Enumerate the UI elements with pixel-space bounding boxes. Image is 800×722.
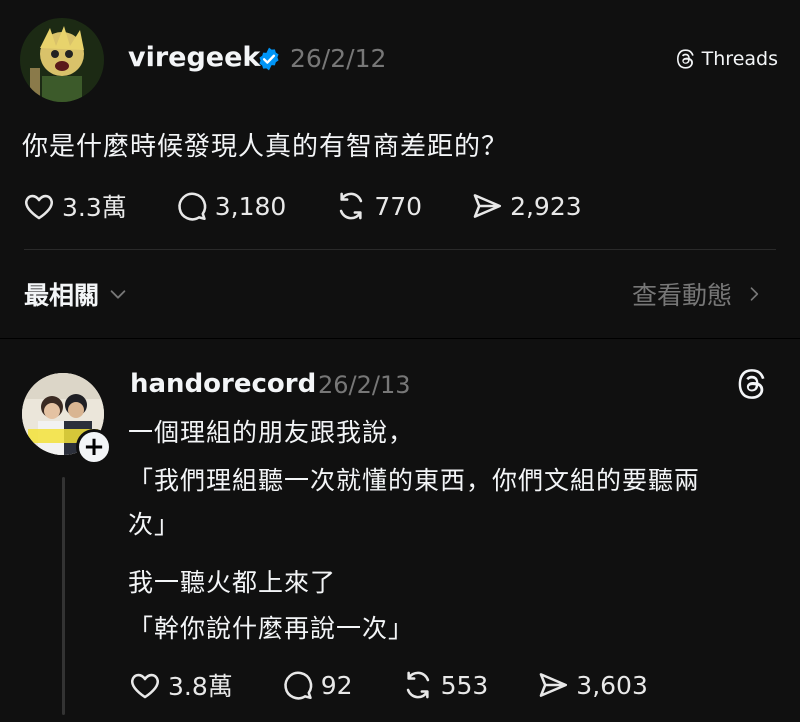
comment-icon bbox=[284, 671, 313, 700]
reply-text-line: 一個理組的朋友跟我說， bbox=[128, 418, 415, 447]
comment-button[interactable]: 3,180 bbox=[175, 189, 287, 223]
like-count: 3.8萬 bbox=[168, 672, 233, 701]
reply-text-line: 「我們理組聽一次就懂的東西，你們文組的要聽兩 bbox=[128, 466, 701, 495]
reply-text-line: 「幹你說什麼再說一次」 bbox=[128, 614, 415, 643]
reply-post: + handorecord 26/2/13 一個理組的朋友跟我說， 「我們理組聽… bbox=[0, 338, 800, 722]
like-button[interactable]: 3.8萬 bbox=[128, 667, 233, 703]
view-activity-label: 查看動態 bbox=[631, 281, 732, 310]
share-count: 2,923 bbox=[510, 191, 582, 221]
share-icon bbox=[473, 194, 502, 218]
heart-icon bbox=[25, 194, 53, 220]
thread-line bbox=[62, 477, 65, 715]
repost-button[interactable]: 553 bbox=[401, 668, 489, 702]
plus-icon: + bbox=[83, 432, 105, 462]
threads-brand[interactable]: Threads bbox=[674, 48, 778, 70]
threads-brand-label: Threads bbox=[701, 48, 778, 70]
divider bbox=[24, 249, 776, 250]
post-date: 26/2/12 bbox=[290, 44, 387, 73]
chevron-down-icon bbox=[110, 290, 126, 299]
threads-logo-icon[interactable] bbox=[734, 367, 768, 401]
repost-button[interactable]: 770 bbox=[334, 189, 422, 223]
share-button[interactable]: 3,603 bbox=[536, 668, 648, 702]
chevron-right-icon bbox=[750, 287, 759, 301]
share-count: 3,603 bbox=[576, 670, 648, 700]
threads-logo-icon bbox=[676, 49, 694, 69]
comment-count: 3,180 bbox=[214, 191, 287, 221]
view-activity-link[interactable]: 查看動態 bbox=[632, 276, 764, 312]
verified-badge-icon bbox=[259, 47, 279, 71]
reply-actions: 3.8萬 92 553 3,603 bbox=[128, 667, 696, 703]
repost-icon bbox=[406, 671, 429, 699]
follow-plus-button[interactable]: + bbox=[76, 429, 112, 465]
repost-count: 770 bbox=[374, 191, 423, 221]
comment-button[interactable]: 92 bbox=[281, 668, 353, 702]
heart-icon bbox=[131, 673, 159, 699]
like-count: 3.3萬 bbox=[62, 193, 127, 222]
comment-icon bbox=[178, 192, 207, 221]
sort-dropdown[interactable]: 最相關 bbox=[24, 276, 129, 312]
original-post: viregeek 26/2/12 Threads 你是什麼時候發現人真的有智商差… bbox=[0, 0, 800, 338]
repost-count: 553 bbox=[440, 670, 489, 700]
post-text: 你是什麼時候發現人真的有智商差距的？ bbox=[22, 132, 509, 162]
comment-count: 92 bbox=[320, 670, 353, 700]
like-button[interactable]: 3.3萬 bbox=[22, 188, 127, 224]
sort-label: 最相關 bbox=[24, 281, 100, 310]
reply-username[interactable]: handorecord bbox=[130, 369, 316, 399]
repost-icon bbox=[340, 192, 363, 220]
post-actions: 3.3萬 3,180 770 2,923 bbox=[22, 188, 630, 224]
share-icon bbox=[539, 673, 568, 697]
author-username[interactable]: viregeek bbox=[128, 42, 260, 73]
reply-date: 26/2/13 bbox=[318, 371, 411, 399]
reply-text-line: 我一聽火都上來了 bbox=[128, 568, 337, 597]
share-button[interactable]: 2,923 bbox=[470, 189, 582, 223]
reply-text-line: 次」 bbox=[128, 510, 181, 539]
author-avatar[interactable] bbox=[20, 18, 104, 102]
